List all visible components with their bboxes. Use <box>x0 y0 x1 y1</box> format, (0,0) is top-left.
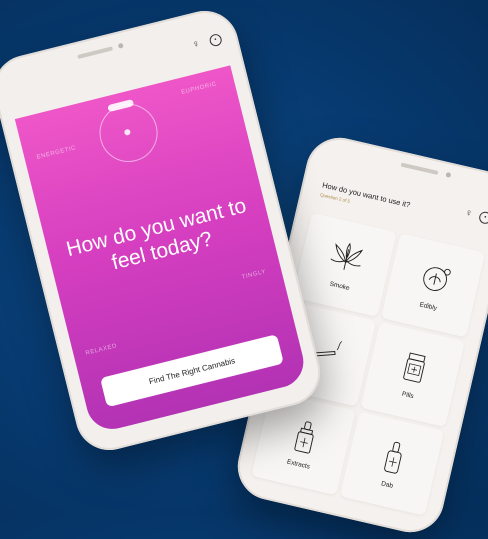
find-cannabis-button[interactable]: Find The Right Cannabis <box>100 334 284 408</box>
option-edibly[interactable]: Edibly <box>380 233 486 338</box>
leaf-icon <box>329 242 363 270</box>
user-icon[interactable]: ♀ <box>461 207 475 221</box>
dab-icon <box>383 441 402 474</box>
option-smoke[interactable]: Smoke <box>292 212 397 318</box>
dial-tag <box>107 99 135 113</box>
camera-dot <box>445 171 452 178</box>
option-dab[interactable]: Dab <box>339 411 445 516</box>
feeling-screen: ENERGETIC EUPHORIC RELAXED TINGLY How do… <box>14 65 309 435</box>
edible-icon <box>422 267 451 292</box>
option-label: Extracts <box>286 458 311 471</box>
mood-euphoric[interactable]: EUPHORIC <box>181 81 218 96</box>
option-pills[interactable]: Pills <box>360 322 465 427</box>
front-header-icons: ♀ • <box>189 32 223 53</box>
mood-tingly[interactable]: TINGLY <box>241 269 267 281</box>
user-icon[interactable]: ♀ <box>189 38 204 53</box>
dial-handle[interactable] <box>123 128 131 136</box>
option-label: Edibly <box>418 301 438 313</box>
option-label: Dab <box>380 480 394 490</box>
option-label: Smoke <box>328 280 351 293</box>
mood-energetic[interactable]: ENERGETIC <box>36 145 77 161</box>
speaker-bar <box>400 162 439 175</box>
pill-bottle-icon <box>402 352 426 384</box>
settings-icon[interactable]: • <box>208 32 223 48</box>
dropper-icon <box>293 421 314 454</box>
phone-front: ♀ • ENERGETIC EUPHORIC RELAXED TINGLY Ho… <box>0 3 328 458</box>
option-label: Pills <box>401 391 415 401</box>
speaker-bar <box>77 46 114 59</box>
mood-dial[interactable] <box>93 97 164 169</box>
settings-icon[interactable]: • <box>477 210 488 225</box>
back-header-icons: ♀ • <box>461 207 488 225</box>
camera-dot <box>117 42 124 49</box>
mood-relaxed[interactable]: RELAXED <box>85 343 118 357</box>
feeling-headline: How do you want to feel today? <box>64 194 249 275</box>
